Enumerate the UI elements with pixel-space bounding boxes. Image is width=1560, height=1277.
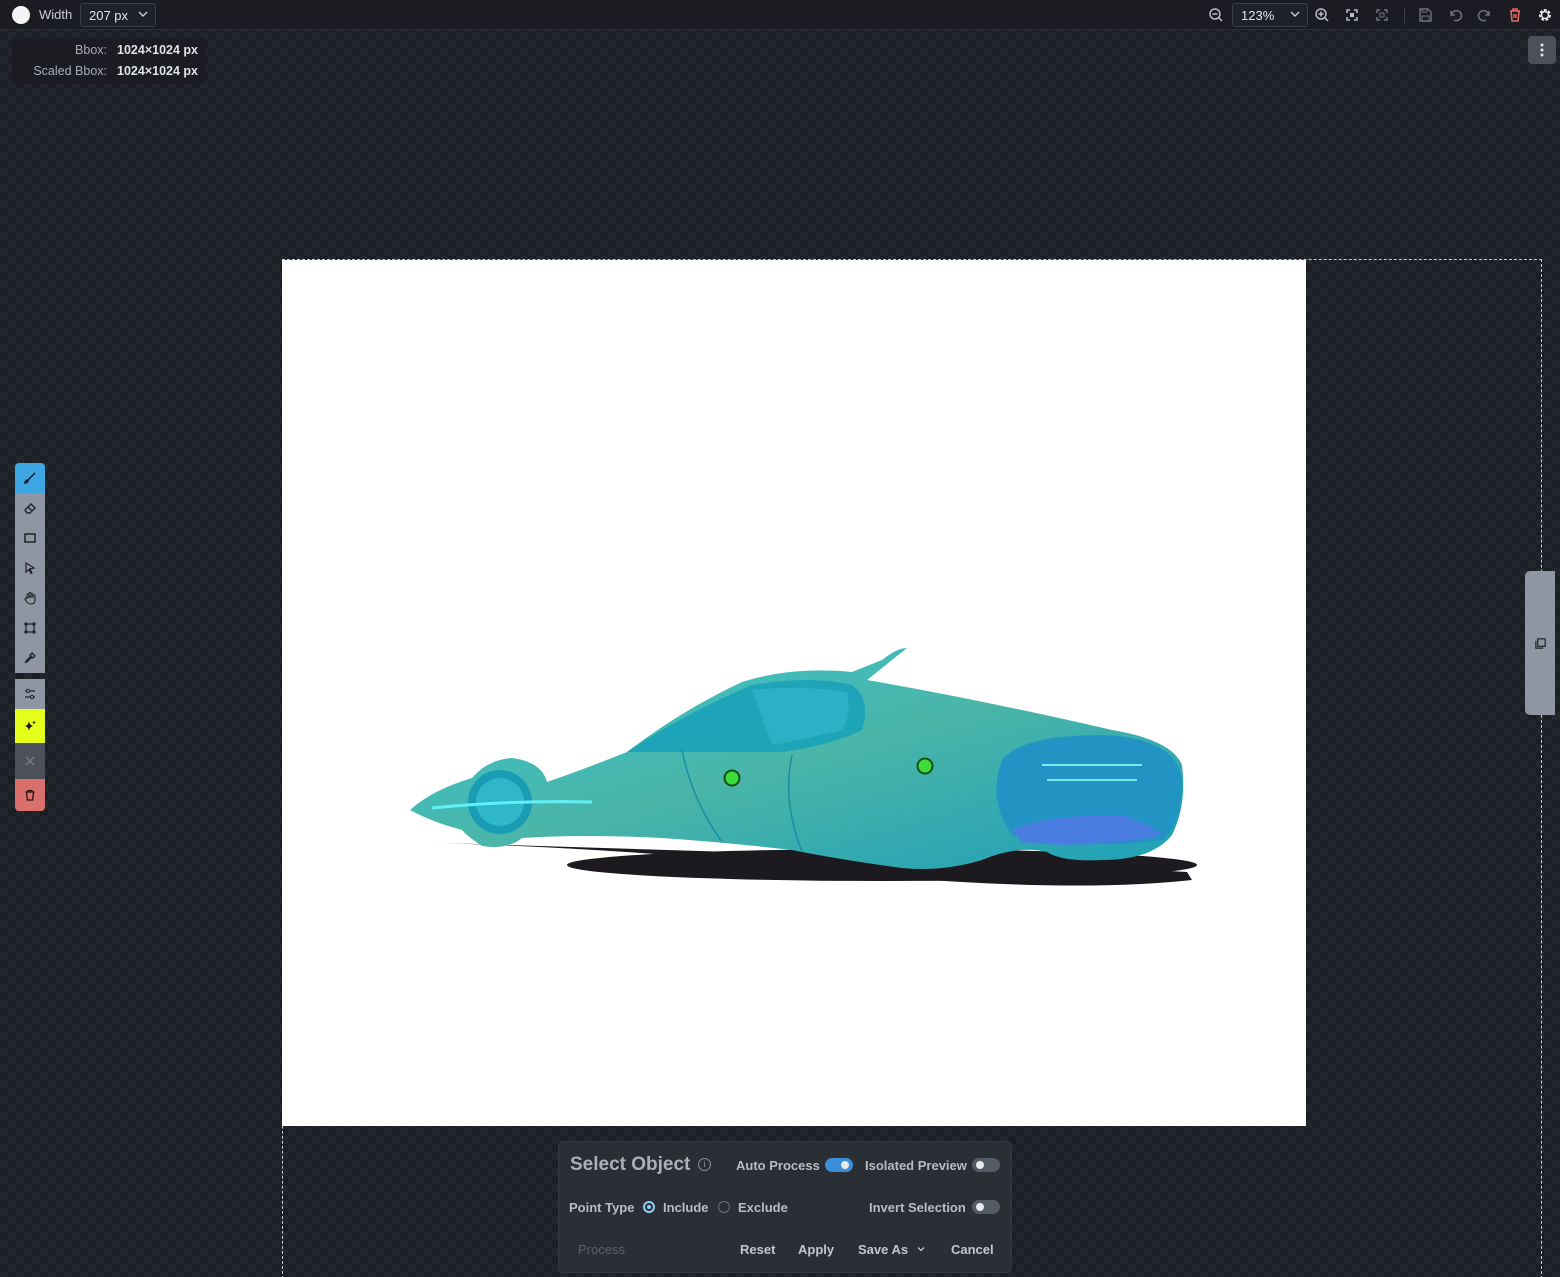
reset-button[interactable]: Reset (740, 1242, 775, 1257)
hand-tool-button[interactable] (15, 583, 45, 613)
brush-preview-icon (12, 6, 30, 24)
more-options-button[interactable] (1528, 36, 1556, 64)
width-label: Width (39, 7, 73, 22)
scaled-bbox-value: 1024×1024 px (117, 64, 198, 78)
auto-process-toggle[interactable] (825, 1158, 853, 1172)
chevron-down-icon (1289, 8, 1301, 23)
point-type-label: Point Type (569, 1200, 635, 1215)
rectangle-icon (24, 533, 36, 543)
invert-selection-label: Invert Selection (869, 1200, 966, 1215)
hand-icon (24, 591, 36, 605)
cancel-button[interactable]: Cancel (951, 1242, 994, 1257)
eraser-tool-button[interactable] (15, 493, 45, 523)
scaled-bbox-row: Scaled Bbox: 1024×1024 px (33, 64, 198, 78)
scaled-bbox-label: Scaled Bbox: (33, 64, 108, 78)
fit-icon[interactable] (1342, 5, 1362, 25)
zoom-in-icon[interactable] (1312, 5, 1332, 25)
tool-palette (15, 463, 45, 811)
width-select[interactable]: 207 px (80, 3, 156, 27)
redo-icon[interactable] (1475, 5, 1495, 25)
reset-view-icon[interactable] (1372, 5, 1392, 25)
bbox-value: 1024×1024 px (117, 43, 198, 57)
save-as-button[interactable]: Save As (858, 1242, 926, 1257)
select-arrow-icon (25, 561, 36, 575)
panel-title: Select Object (570, 1154, 691, 1175)
include-point-marker[interactable] (916, 757, 934, 775)
clear-button[interactable] (15, 743, 45, 779)
top-toolbar: Width 207 px 123% (0, 0, 1560, 30)
apply-button[interactable]: Apply (798, 1242, 834, 1257)
car-image (410, 648, 1197, 886)
kebab-icon (1540, 43, 1544, 57)
include-label: Include (663, 1200, 709, 1215)
process-button[interactable]: Process (578, 1242, 625, 1257)
bbox-label: Bbox: (75, 43, 108, 57)
isolated-preview-toggle[interactable] (972, 1158, 1000, 1172)
trash-icon (25, 789, 35, 801)
eraser-icon (24, 503, 36, 514)
gear-icon[interactable] (1535, 5, 1555, 25)
canvas-image[interactable] (282, 260, 1306, 1126)
color-picker-tool-button[interactable] (15, 643, 45, 673)
transform-tool-button[interactable] (15, 613, 45, 643)
filters-button[interactable] (15, 679, 45, 709)
move-tool-button[interactable] (15, 553, 45, 583)
chevron-down-icon (917, 1247, 925, 1252)
brush-tool-button[interactable] (15, 463, 45, 493)
transform-icon (24, 622, 36, 634)
close-icon (25, 756, 35, 766)
info-icon[interactable]: i (698, 1158, 711, 1171)
select-object-panel: Select Object i Auto Process Isolated Pr… (558, 1141, 1012, 1273)
select-object-button[interactable] (15, 709, 45, 743)
exclude-label: Exclude (738, 1200, 788, 1215)
include-point-marker[interactable] (723, 769, 741, 787)
zoom-select[interactable]: 123% (1232, 3, 1308, 27)
save-as-label: Save As (858, 1242, 909, 1257)
zoom-out-icon[interactable] (1206, 5, 1226, 25)
delete-layer-button[interactable] (15, 779, 45, 811)
sparkle-icon (25, 720, 36, 731)
trash-icon[interactable] (1505, 5, 1525, 25)
chevron-down-icon (137, 8, 149, 23)
save-icon[interactable] (1415, 5, 1435, 25)
undo-icon[interactable] (1445, 5, 1465, 25)
bbox-info: Bbox: 1024×1024 px Scaled Bbox: 1024×102… (12, 38, 206, 84)
invert-selection-toggle[interactable] (972, 1200, 1000, 1214)
bbox-row: Bbox: 1024×1024 px (75, 43, 198, 57)
exclude-radio[interactable] (718, 1201, 730, 1213)
toolbar-divider (1404, 7, 1405, 23)
layers-panel-toggle[interactable] (1525, 571, 1555, 715)
auto-process-label: Auto Process (736, 1158, 820, 1173)
rectangle-tool-button[interactable] (15, 523, 45, 553)
layers-icon (1534, 637, 1546, 649)
width-value: 207 px (89, 8, 129, 23)
sliders-icon (25, 688, 35, 700)
brush-icon (24, 472, 36, 484)
include-radio[interactable] (643, 1201, 655, 1213)
eyedropper-icon (24, 652, 36, 664)
isolated-preview-label: Isolated Preview (865, 1158, 967, 1173)
zoom-value: 123% (1241, 8, 1275, 23)
